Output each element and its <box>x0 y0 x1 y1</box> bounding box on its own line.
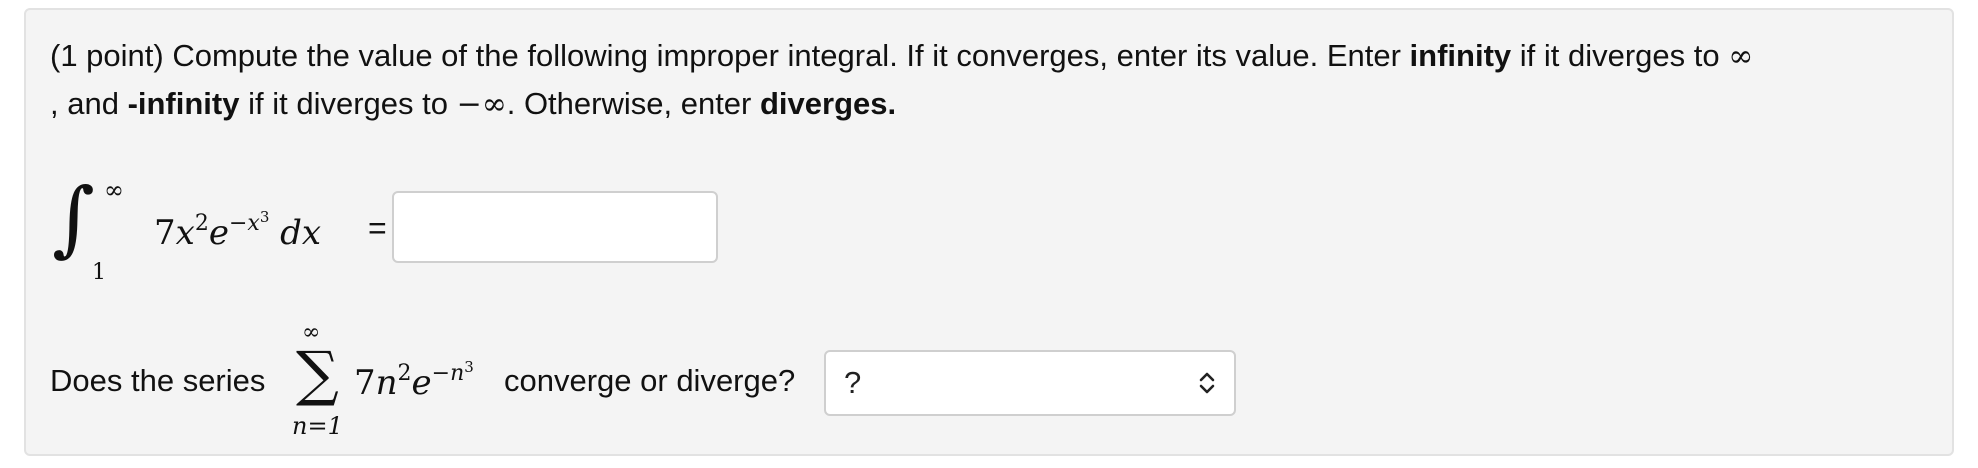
prompt-mid1: if it diverges to <box>1511 38 1729 73</box>
summand-var-exp: 2 <box>397 361 412 386</box>
summand-exponent-sign: − <box>431 361 451 386</box>
integrand-base: e <box>208 213 229 253</box>
sum-lower-limit: n=1 <box>292 412 343 440</box>
exponent-var: x <box>247 211 260 236</box>
prompt-line2-prefix: , and <box>50 86 128 121</box>
summand-coef: 7 <box>354 363 376 403</box>
summand-var: n <box>375 363 398 403</box>
summand: 7n2e−n3 <box>354 358 474 403</box>
problem-prompt: (1 point) Compute the value of the follo… <box>50 32 1930 128</box>
summand-exponent: −n3 <box>431 358 474 386</box>
integrand-var: x <box>175 213 195 253</box>
prompt-intro: Compute the value of the following impro… <box>163 38 1410 73</box>
points-label: (1 point) <box>50 38 164 73</box>
infinity-symbol: ∞ <box>1728 39 1754 74</box>
integral-answer-input[interactable] <box>392 191 718 263</box>
converge-diverge-select[interactable]: ? <box>824 350 1236 416</box>
differential: dx <box>280 213 322 253</box>
series-question-tail: converge or diverge? <box>504 363 796 398</box>
summand-base: e <box>411 363 432 403</box>
keyword-diverges: diverges. <box>760 86 897 121</box>
integrand-var-exp: 2 <box>194 211 209 236</box>
integrand-coef: 7 <box>154 213 176 253</box>
problem-box: (1 point) Compute the value of the follo… <box>24 8 1954 456</box>
equals-sign: = <box>368 210 387 246</box>
integral-sign: ∫ <box>52 171 95 266</box>
exponent-sign: − <box>228 211 248 236</box>
integral-upper-limit: ∞ <box>104 176 124 204</box>
summand-exponent-var: n <box>450 361 465 386</box>
exponent-power: 3 <box>259 208 270 226</box>
series-question-lead: Does the series <box>50 363 266 398</box>
integrand-exponent: −x3 <box>228 208 270 236</box>
neg-infinity-symbol: −∞ <box>456 87 507 122</box>
integral-row: ∫ ∞ 1 7x2e−x3 dx = <box>50 171 950 290</box>
summand-exponent-power: 3 <box>464 358 474 376</box>
keyword-neg-infinity: -infinity <box>127 86 240 121</box>
select-current-value: ? <box>844 365 862 400</box>
integrand: 7x2e−x3 dx <box>154 208 321 253</box>
prompt-mid2: if it diverges to <box>239 86 457 121</box>
up-down-chevron-icon <box>1199 372 1215 394</box>
summation-sign: ∑ <box>296 339 339 409</box>
integral-lower-limit: 1 <box>92 260 106 285</box>
series-row: Does the series ∞ ∑ n=1 7n2e−n3 converge… <box>26 320 1326 450</box>
keyword-infinity: infinity <box>1409 38 1512 73</box>
prompt-mid3: . Otherwise, enter <box>506 86 760 121</box>
